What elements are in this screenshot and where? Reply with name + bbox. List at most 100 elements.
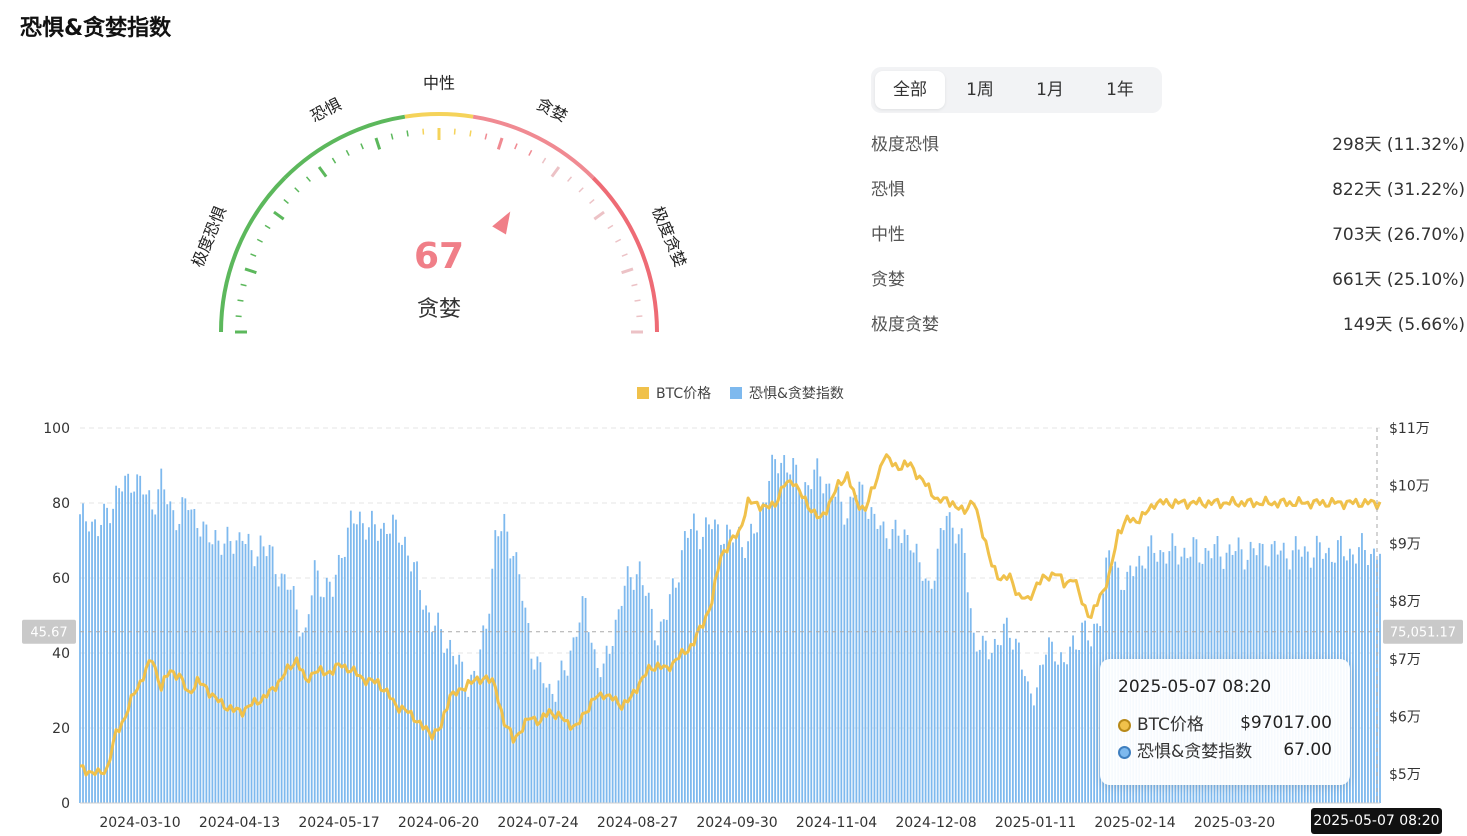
tab-all[interactable]: 全部 <box>875 71 945 109</box>
index-bar <box>726 524 728 803</box>
x-tick-label: 2024-08-27 <box>597 815 678 831</box>
tab-1-month[interactable]: 1月 <box>1015 71 1085 109</box>
index-bar <box>750 523 752 803</box>
index-bar <box>193 508 196 803</box>
index-bar <box>106 507 108 803</box>
tooltip-row-btc: BTC价格 $97017.00 <box>1118 709 1332 736</box>
tab-1-year[interactable]: 1年 <box>1085 71 1155 109</box>
index-bar <box>322 597 325 803</box>
y-right-tick: $11万 <box>1389 421 1430 437</box>
x-tick-label: 2024-03-10 <box>99 815 180 831</box>
index-bar <box>380 528 382 803</box>
index-bar <box>512 555 515 803</box>
distribution-stats: 极度恐惧 298天 (11.32%) 恐惧 822天 (31.22%) 中性 7… <box>871 128 1467 353</box>
index-bar <box>1075 649 1077 803</box>
index-bar <box>211 544 214 803</box>
legend-swatch <box>637 387 649 399</box>
y-left-tick: 40 <box>52 646 70 662</box>
index-bar <box>1036 687 1038 803</box>
index-bar <box>205 524 208 803</box>
index-bar <box>990 652 993 803</box>
gauge-tick <box>283 198 289 204</box>
index-bar <box>774 459 777 803</box>
gauge-tick <box>240 283 247 287</box>
index-bar <box>879 525 882 803</box>
index-bar <box>557 680 560 803</box>
index-bar <box>1014 638 1017 803</box>
index-bar <box>316 570 319 803</box>
gauge-tick <box>294 187 300 193</box>
index-bar <box>1020 669 1023 803</box>
index-bar <box>686 537 689 803</box>
index-bar <box>981 635 984 803</box>
gauge-tick <box>264 224 271 230</box>
index-bar <box>870 507 873 803</box>
index-bar <box>220 554 223 803</box>
index-bar <box>358 511 361 803</box>
tooltip-index-value: 67.00 <box>1283 739 1332 760</box>
index-bar <box>422 609 424 803</box>
index-bar <box>485 628 488 803</box>
index-bar <box>864 508 867 803</box>
index-bar <box>798 491 801 803</box>
index-bar <box>1045 654 1047 803</box>
index-bar <box>581 596 584 803</box>
index-bar <box>972 632 975 803</box>
index-bar <box>927 580 930 803</box>
index-bar <box>623 585 626 803</box>
index-bar <box>650 608 653 803</box>
index-bar <box>121 491 124 803</box>
index-bar <box>1355 563 1357 803</box>
index-bar <box>1057 664 1059 803</box>
index-bar <box>166 504 169 803</box>
index-bar <box>987 659 990 803</box>
index-bar <box>1039 665 1041 803</box>
gauge-tick <box>469 130 472 137</box>
index-bar <box>440 629 443 803</box>
index-bar <box>130 492 133 803</box>
index-bar <box>921 580 924 803</box>
gauge-zone-label: 极度贪婪 <box>648 204 690 270</box>
index-bar <box>792 458 795 803</box>
index-bar <box>614 619 617 803</box>
index-bar <box>849 496 852 803</box>
index-bar <box>479 649 482 803</box>
tab-1-week[interactable]: 1周 <box>945 71 1015 109</box>
index-bar <box>575 636 578 803</box>
index-bar <box>984 640 987 803</box>
index-bar <box>885 538 888 803</box>
index-bar <box>692 513 695 803</box>
index-bar <box>789 474 792 803</box>
index-bar <box>295 609 298 803</box>
index-bar <box>82 503 84 803</box>
index-bar <box>906 534 909 803</box>
index-bar <box>214 530 217 803</box>
index-bar <box>536 656 539 803</box>
index-bar <box>157 489 160 803</box>
gauge-tick <box>621 253 628 257</box>
index-bar <box>699 549 701 803</box>
index-bar <box>1063 662 1065 803</box>
index-bar <box>560 660 563 803</box>
y-left-tick: 60 <box>52 571 70 587</box>
index-bar <box>1078 650 1080 803</box>
index-bar <box>939 528 942 803</box>
x-tick-label: 2024-04-13 <box>199 815 280 831</box>
y-right-tick: $10万 <box>1389 479 1430 495</box>
index-bar <box>1367 565 1369 803</box>
gauge-tick <box>567 176 573 182</box>
index-bar <box>374 524 376 803</box>
index-bar <box>136 474 139 803</box>
y-axis-left: 0 20 40 60 80 100 <box>43 421 70 812</box>
index-bar <box>470 674 473 803</box>
index-bar <box>334 574 337 803</box>
index-bar <box>909 550 912 803</box>
x-tick-label: 2024-05-17 <box>298 815 379 831</box>
index-bar <box>172 510 175 803</box>
index-bar <box>509 558 512 803</box>
crosshair-left-label: 45.67 <box>30 626 67 641</box>
index-bar <box>1090 646 1093 803</box>
index-bar <box>741 547 743 803</box>
index-bar <box>461 661 464 803</box>
y-right-tick: $9万 <box>1389 536 1421 552</box>
